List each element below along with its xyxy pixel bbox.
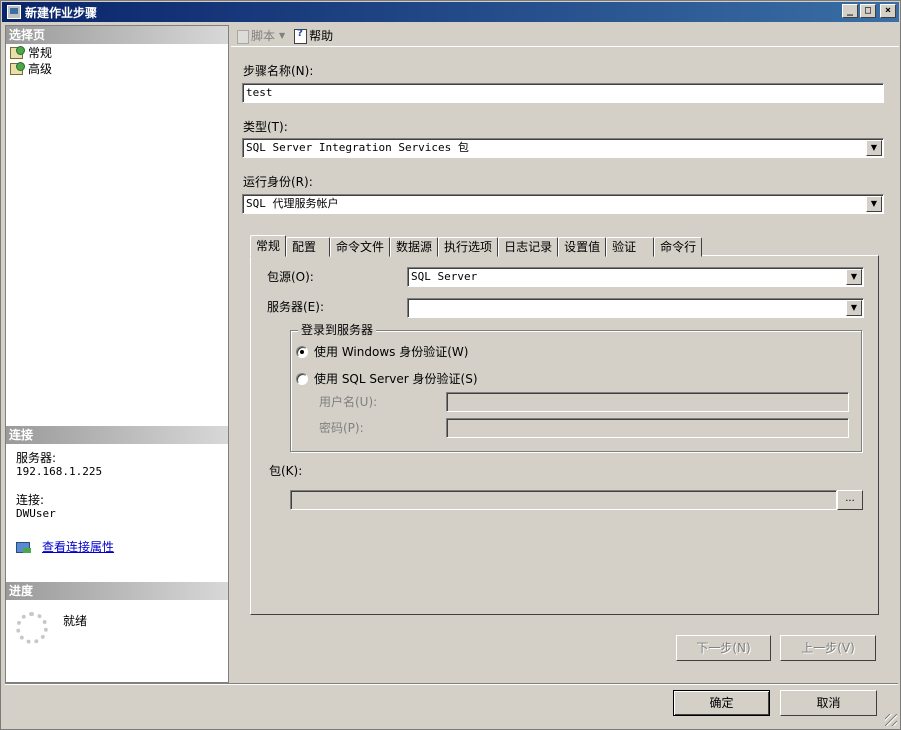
select-page-header: 选择页 bbox=[6, 26, 228, 44]
windows-auth-radio[interactable]: 使用 Windows 身份验证(W) bbox=[296, 343, 468, 360]
connection-section: 连接 服务器: 192.168.1.225 连接: DWUser 查看连接属性 bbox=[6, 426, 228, 581]
tab-general[interactable]: 常规 bbox=[250, 235, 287, 257]
server-value: 192.168.1.225 bbox=[16, 465, 103, 478]
login-groupbox-title: 登录到服务器 bbox=[298, 321, 377, 338]
page-icon bbox=[10, 46, 25, 59]
view-connection-properties[interactable]: 查看连接属性 bbox=[16, 538, 114, 555]
connection-value: DWUser bbox=[16, 507, 56, 520]
connection-info: 服务器: 192.168.1.225 连接: DWUser bbox=[6, 444, 228, 521]
run-as-select[interactable]: SQL 代理服务帐户 ▼ bbox=[242, 194, 884, 214]
help-button[interactable]: 帮助 bbox=[293, 27, 333, 44]
script-icon bbox=[235, 29, 251, 44]
tab-data-sources[interactable]: 数据源 bbox=[390, 237, 439, 257]
progress-spinner-icon bbox=[16, 612, 48, 644]
password-input[interactable] bbox=[446, 418, 849, 438]
progress-status: 就绪 bbox=[63, 614, 88, 628]
app-icon bbox=[7, 5, 21, 19]
progress-section: 进度 就绪 bbox=[6, 582, 228, 682]
step-name-input[interactable]: test bbox=[242, 83, 884, 103]
password-label: 密码(P): bbox=[319, 421, 364, 435]
tab-execution-options[interactable]: 执行选项 bbox=[438, 237, 499, 257]
footer-separator bbox=[5, 683, 898, 685]
tab-set-values[interactable]: 设置值 bbox=[558, 237, 607, 257]
package-source-select[interactable]: SQL Server ▼ bbox=[407, 267, 864, 287]
server-select[interactable]: ▼ bbox=[407, 298, 864, 318]
ok-button[interactable]: 确定 bbox=[673, 690, 770, 716]
script-button[interactable]: 脚本 ▼ bbox=[235, 27, 289, 44]
tab-command-line[interactable]: 命令行 bbox=[654, 237, 703, 257]
run-as-select-value: SQL 代理服务帐户 bbox=[246, 197, 339, 210]
minimize-button[interactable]: _ bbox=[842, 4, 858, 18]
view-connection-link[interactable]: 查看连接属性 bbox=[42, 538, 114, 555]
help-label: 帮助 bbox=[309, 29, 334, 43]
connection-properties-icon bbox=[16, 540, 32, 554]
next-step-button[interactable]: 下一步(N) bbox=[676, 635, 771, 661]
prev-step-button[interactable]: 上一步(V) bbox=[780, 635, 876, 661]
chevron-down-icon[interactable]: ▼ bbox=[846, 300, 862, 316]
step-name-label: 步骤名称(N): bbox=[243, 64, 314, 78]
username-input[interactable] bbox=[446, 392, 849, 412]
script-label: 脚本 bbox=[251, 29, 276, 43]
tab-strip: 常规 配置 命令文件 数据源 执行选项 日志记录 设置值 验证 命令行 bbox=[250, 235, 703, 257]
package-source-value: SQL Server bbox=[411, 270, 478, 283]
radio-unchecked-icon[interactable] bbox=[296, 372, 308, 385]
title-bar[interactable]: 新建作业步骤 _ □ × bbox=[2, 2, 899, 22]
page-item-advanced[interactable]: 高级 bbox=[6, 60, 228, 76]
chevron-down-icon[interactable]: ▼ bbox=[846, 269, 862, 285]
toolbar: 脚本 ▼ 帮助 bbox=[231, 25, 899, 47]
browse-button[interactable]: ... bbox=[837, 490, 863, 510]
dialog-window: 新建作业步骤 _ □ × 选择页 常规 高级 连接 服务器: 192.168.1… bbox=[0, 0, 901, 730]
page-icon bbox=[10, 62, 25, 75]
radio-checked-icon[interactable] bbox=[296, 345, 308, 358]
progress-header: 进度 bbox=[6, 582, 228, 600]
window-controls: _ □ × bbox=[842, 4, 896, 18]
page-item-label: 常规 bbox=[28, 45, 53, 60]
tab-logging[interactable]: 日志记录 bbox=[498, 237, 559, 257]
page-item-general[interactable]: 常规 bbox=[6, 44, 228, 60]
package-input[interactable] bbox=[290, 490, 837, 510]
type-select-value: SQL Server Integration Services 包 bbox=[246, 141, 469, 154]
chevron-down-icon[interactable]: ▼ bbox=[279, 31, 285, 40]
page-item-label: 高级 bbox=[28, 61, 53, 76]
close-button[interactable]: × bbox=[880, 4, 896, 18]
sql-auth-label: 使用 SQL Server 身份验证(S) bbox=[314, 372, 478, 386]
chevron-down-icon[interactable]: ▼ bbox=[866, 196, 882, 212]
sql-auth-radio[interactable]: 使用 SQL Server 身份验证(S) bbox=[296, 370, 478, 387]
package-label: 包(K): bbox=[269, 464, 303, 478]
server-label: 服务器: bbox=[16, 451, 57, 465]
package-source-label: 包源(O): bbox=[267, 270, 314, 284]
connection-label: 连接: bbox=[16, 493, 45, 507]
type-label: 类型(T): bbox=[243, 120, 288, 134]
windows-auth-label: 使用 Windows 身份验证(W) bbox=[314, 345, 469, 359]
left-panel: 选择页 常规 高级 连接 服务器: 192.168.1.225 连接: DWUs… bbox=[5, 25, 229, 683]
chevron-down-icon[interactable]: ▼ bbox=[866, 140, 882, 156]
server-field-label: 服务器(E): bbox=[267, 300, 324, 314]
window-title: 新建作业步骤 bbox=[25, 5, 98, 20]
run-as-label: 运行身份(R): bbox=[243, 175, 313, 189]
resize-grip-icon[interactable] bbox=[885, 714, 897, 726]
cancel-button[interactable]: 取消 bbox=[780, 690, 877, 716]
username-label: 用户名(U): bbox=[319, 395, 378, 409]
connection-header: 连接 bbox=[6, 426, 228, 444]
help-icon bbox=[293, 28, 309, 44]
type-select[interactable]: SQL Server Integration Services 包 ▼ bbox=[242, 138, 884, 158]
tab-verification[interactable]: 验证 bbox=[606, 237, 655, 257]
tab-command-files[interactable]: 命令文件 bbox=[330, 237, 391, 257]
maximize-button[interactable]: □ bbox=[860, 4, 876, 18]
tab-configuration[interactable]: 配置 bbox=[286, 237, 331, 257]
